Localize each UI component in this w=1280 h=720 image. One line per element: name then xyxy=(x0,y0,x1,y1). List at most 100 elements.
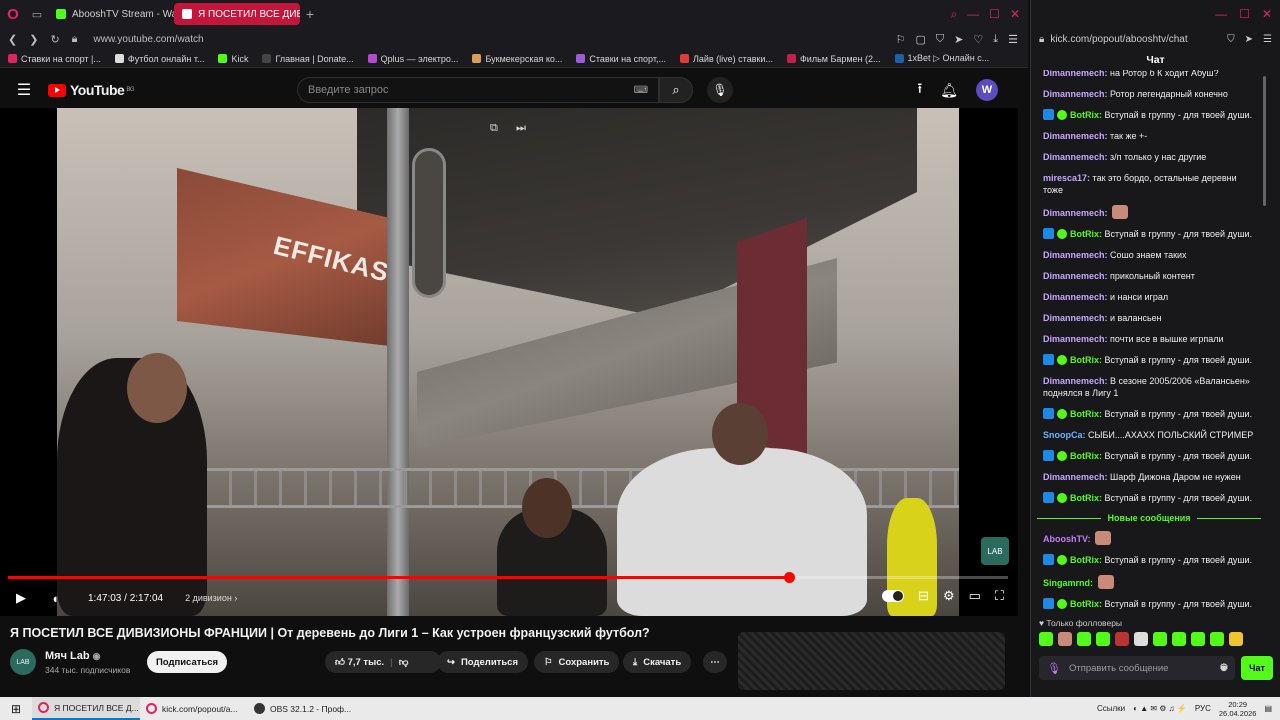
skip-icon[interactable]: ⏭ xyxy=(516,122,526,135)
chat-message[interactable]: Dimannemech: В сезоне 2005/2006 «Валансь… xyxy=(1037,371,1261,404)
snapshot-icon[interactable]: ▢ xyxy=(916,33,926,46)
minimize-icon[interactable]: — xyxy=(967,7,979,21)
chat-username[interactable]: Dimannemech: xyxy=(1043,376,1110,386)
bell-icon[interactable]: 🔔︎ xyxy=(940,82,958,99)
tab-youtube-video[interactable]: Я ПОСЕТИЛ ВСЕ ДИВИЗИОНЫ xyxy=(174,3,300,25)
bookmark-item[interactable]: Kick xyxy=(218,54,248,64)
subtitles-icon[interactable]: ⊟ xyxy=(918,588,929,604)
play-icon[interactable]: ▶ xyxy=(4,590,38,606)
bookmark-item[interactable]: Лайв (live) ставки... xyxy=(679,54,773,64)
autoplay-toggle[interactable] xyxy=(882,590,905,602)
emote-icon[interactable] xyxy=(1229,632,1243,646)
chat-scrollbar[interactable] xyxy=(1263,76,1266,206)
chat-url-field[interactable]: kick.com/popout/abooshtv/chat xyxy=(1050,34,1187,45)
subscribe-button[interactable]: Подписаться xyxy=(147,651,227,673)
url-field[interactable]: www.youtube.com/watch xyxy=(94,34,204,45)
chat-message[interactable]: Singamrnd: xyxy=(1037,571,1261,594)
chat-username[interactable]: BotRix: xyxy=(1070,229,1105,239)
taskbar-item-youtube[interactable]: Я ПОСЕТИЛ ВСЕ Д... xyxy=(32,697,140,720)
upload-icon[interactable]: ⭱ xyxy=(917,78,922,102)
reload-icon[interactable]: ↻ xyxy=(50,33,59,46)
miniplayer-icon[interactable]: ⧉ xyxy=(490,122,498,135)
chat-username[interactable]: Dimannemech: xyxy=(1043,89,1110,99)
emote-icon[interactable] xyxy=(1191,632,1205,646)
chat-username[interactable]: Dimannemech: xyxy=(1043,70,1110,78)
chat-message[interactable]: BotRix: Вступай в группу - для твоей душ… xyxy=(1037,404,1261,425)
keyboard-icon[interactable]: ⌨ xyxy=(634,85,648,96)
emote-icon[interactable] xyxy=(1210,632,1224,646)
download-button[interactable]: ⤓ Скачать xyxy=(623,651,692,673)
chat-message[interactable]: BotRix: Вступай в группу - для твоей душ… xyxy=(1037,446,1261,467)
chat-username[interactable]: Dimannemech: xyxy=(1043,208,1110,218)
chat-username[interactable]: BotRix: xyxy=(1070,110,1105,120)
back-icon[interactable]: ❮ xyxy=(8,33,17,46)
chat-message[interactable]: BotRix: Вступай в группу - для твоей душ… xyxy=(1037,224,1261,245)
maximize-icon[interactable]: ☐ xyxy=(1239,7,1250,21)
minimize-icon[interactable]: — xyxy=(1215,7,1227,21)
account-avatar[interactable]: W xyxy=(976,79,998,101)
chat-message[interactable]: BotRix: Вступай в группу - для твоей душ… xyxy=(1037,488,1261,509)
chat-message[interactable]: Dimannemech: Шарф Дижона Даром не нужен xyxy=(1037,467,1261,488)
menu-icon[interactable]: ☰ xyxy=(1008,33,1018,46)
search-tabs-icon[interactable]: ⌕ xyxy=(950,7,957,22)
video-player[interactable]: EFFIKASS ⧉ ⏭ LAB ▶ ◖ 1:47:03 / 2:17:04 2… xyxy=(0,108,1018,616)
chat-message[interactable]: SnoopCa: СЫБИ....АХАХХ ПОЛЬСКИЙ СТРИМЕР xyxy=(1037,425,1261,446)
emote-icon[interactable] xyxy=(1153,632,1167,646)
search-input[interactable]: Введите запрос ⌨ xyxy=(297,77,659,103)
chat-message[interactable]: Dimannemech: так же +- xyxy=(1037,126,1261,147)
bookmark-item[interactable]: Главная | Donate... xyxy=(262,54,354,64)
chapter-label[interactable]: 2 дивизион › xyxy=(185,593,237,603)
forward-icon[interactable]: ❯ xyxy=(29,33,38,46)
notifications-icon[interactable]: ▤ xyxy=(1264,704,1272,713)
chat-input[interactable]: 🎙︎ Отправить сообщение ☻ xyxy=(1039,656,1235,680)
channel-watermark[interactable]: LAB xyxy=(981,537,1009,565)
bookmark-icon[interactable]: ⚐ xyxy=(896,33,906,46)
send-icon[interactable]: ➤ xyxy=(1245,34,1253,45)
chat-message-list[interactable]: Dimannemech: на Ротор б К ходит Абуш? Dim… xyxy=(1037,70,1261,615)
chat-settings-icon[interactable]: ⚙ xyxy=(1219,661,1229,674)
chat-message[interactable]: AbooshTV: xyxy=(1037,527,1261,550)
chat-username[interactable]: BotRix: xyxy=(1070,599,1105,609)
taskbar-item-obs[interactable]: OBS 32.1.2 - Проф... xyxy=(248,697,356,720)
tab-abooshtv[interactable]: AbooshTV Stream - Watch xyxy=(48,3,174,25)
chat-username[interactable]: Singamrnd: xyxy=(1043,578,1096,588)
language-indicator[interactable]: РУС xyxy=(1195,704,1211,713)
search-button[interactable]: ⌕ xyxy=(659,77,693,103)
bookmark-item[interactable]: Фильм Бармен (2... xyxy=(786,54,881,64)
chat-username[interactable]: Dimannemech: xyxy=(1043,334,1110,344)
maximize-icon[interactable]: ☐ xyxy=(989,7,1000,21)
emote-icon[interactable] xyxy=(1115,632,1129,646)
chat-message[interactable]: BotRix: Вступай в группу - для твоей душ… xyxy=(1037,350,1261,371)
chat-message[interactable]: Dimannemech: прикольный контент xyxy=(1037,266,1261,287)
share-button[interactable]: ↪ Поделиться xyxy=(437,651,528,673)
send-icon[interactable]: ➤ xyxy=(954,33,963,46)
emote-icon[interactable] xyxy=(1039,632,1053,646)
chat-username[interactable]: AbooshTV: xyxy=(1043,534,1093,544)
chat-message[interactable]: Dimannemech: почти все в вышке игрпали xyxy=(1037,329,1261,350)
taskbar-item-kick[interactable]: kick.com/popout/a... xyxy=(140,697,248,720)
chat-message[interactable]: Dimannemech: и нанси играл xyxy=(1037,287,1261,308)
microphone-icon[interactable]: 🎙︎ xyxy=(1047,662,1061,675)
scrubber-handle[interactable] xyxy=(783,572,795,583)
close-icon[interactable]: ✕ xyxy=(1262,7,1272,21)
chat-username[interactable]: miresca17: xyxy=(1043,173,1093,183)
chat-username[interactable]: BotRix: xyxy=(1070,409,1105,419)
chat-message[interactable]: BotRix: Вступай в группу - для твоей душ… xyxy=(1037,105,1261,126)
settings-icon[interactable]: ⚙ xyxy=(943,588,955,604)
chat-send-button[interactable]: Чат xyxy=(1241,656,1273,680)
bookmark-item[interactable]: Ставки на спорт,... xyxy=(576,54,666,64)
opera-logo-icon[interactable]: O xyxy=(0,0,26,28)
like-button[interactable]: 👍︎ 7,7 тыс. xyxy=(335,656,384,668)
voice-search-button[interactable]: 🎙︎ xyxy=(707,77,733,103)
channel-name[interactable]: Мяч Lab ◉ xyxy=(45,650,101,662)
chat-message[interactable]: Dimannemech: Сошо знаем таких xyxy=(1037,245,1261,266)
chat-message[interactable]: Dimannemech: на Ротор б К ходит Абуш? xyxy=(1037,70,1261,84)
chat-message[interactable]: BotRix: Вступай в группу - для твоей душ… xyxy=(1037,594,1261,615)
emote-icon[interactable] xyxy=(1172,632,1186,646)
chat-username[interactable]: Dimannemech: xyxy=(1043,292,1110,302)
chat-message[interactable]: miresca17: так это бордо, остальные дере… xyxy=(1037,168,1261,201)
more-actions-button[interactable]: ⋯ xyxy=(703,651,727,673)
tabs-menu-icon[interactable]: ▭ xyxy=(26,0,48,28)
bookmark-item[interactable]: 1xBet ▷ Онлайн с... xyxy=(894,53,989,64)
theater-mode-icon[interactable]: ▭ xyxy=(969,588,981,604)
